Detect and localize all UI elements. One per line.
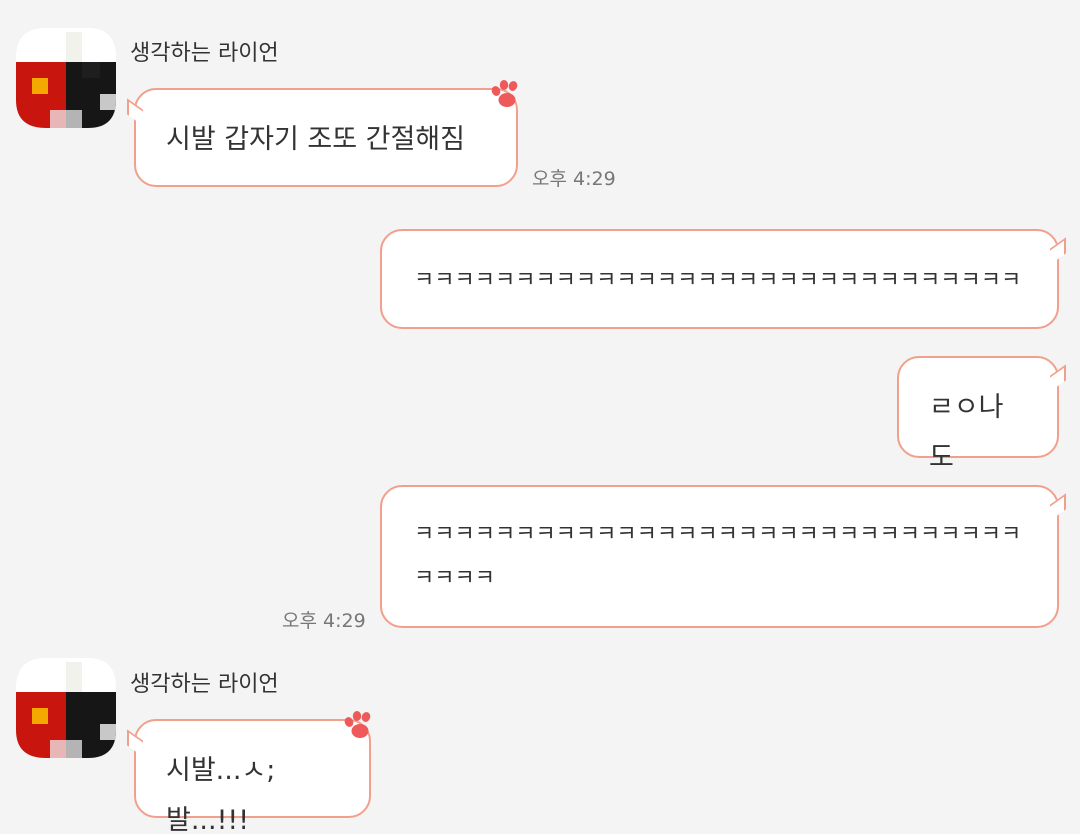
message-bubble[interactable]: ㄹㅇ나도 <box>897 356 1059 473</box>
message-timestamp: 오후 4:29 <box>532 168 616 190</box>
paw-icon <box>491 80 518 107</box>
paw-icon <box>344 711 371 738</box>
message-bubble[interactable]: ㅋㅋㅋㅋㅋㅋㅋㅋㅋㅋㅋㅋㅋㅋㅋㅋㅋㅋㅋㅋㅋㅋㅋㅋㅋㅋㅋㅋㅋㅋ <box>380 229 1059 329</box>
message-text: 시발 갑자기 조또 간절해짐 <box>166 124 465 155</box>
sender-name: 생각하는 라이언 <box>130 41 279 66</box>
message-text: ㅋㅋㅋㅋㅋㅋㅋㅋㅋㅋㅋㅋㅋㅋㅋㅋㅋㅋㅋㅋㅋㅋㅋㅋㅋㅋㅋㅋㅋㅋ <box>414 268 1022 293</box>
message-bubble[interactable]: 시발...ㅅ;발...!!! <box>134 719 371 834</box>
message-timestamp: 오후 4:29 <box>282 610 366 632</box>
message-text: 시발...ㅅ;발...!!! <box>166 755 276 834</box>
message-text: ㄹㅇ나도 <box>929 392 1004 473</box>
message-bubble[interactable]: 시발 갑자기 조또 간절해짐 <box>134 88 518 187</box>
ryan-avatar-icon[interactable] <box>16 658 116 758</box>
message-bubble[interactable]: ㅋㅋㅋㅋㅋㅋㅋㅋㅋㅋㅋㅋㅋㅋㅋㅋㅋㅋㅋㅋㅋㅋㅋㅋㅋㅋㅋㅋㅋㅋㅋㅋㅋㅋ <box>380 485 1059 628</box>
ryan-avatar-icon[interactable] <box>16 28 116 128</box>
sender-name: 생각하는 라이언 <box>130 672 279 697</box>
message-text: ㅋㅋㅋㅋㅋㅋㅋㅋㅋㅋㅋㅋㅋㅋㅋㅋㅋㅋㅋㅋㅋㅋㅋㅋㅋㅋㅋㅋㅋㅋㅋㅋㅋㅋ <box>414 522 1022 591</box>
